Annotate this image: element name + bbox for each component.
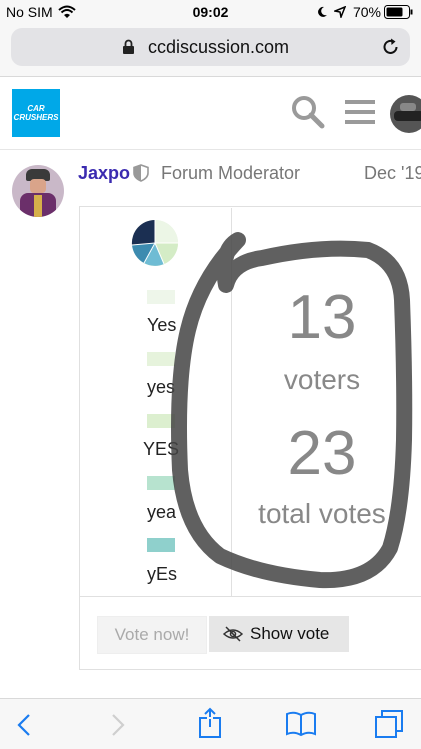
voters-label: voters — [283, 364, 361, 395]
browser-address-area: ccdiscussion.com — [0, 24, 421, 77]
forward-arrow-icon[interactable] — [110, 713, 126, 737]
poll-option-label: yEs — [147, 564, 178, 584]
poll-divider — [231, 208, 232, 596]
battery-percent: 70% — [352, 4, 381, 20]
poll-option-bar — [147, 352, 175, 366]
total-votes-label: total votes — [258, 498, 386, 529]
voters-count: 13 — [287, 283, 357, 352]
poll-footer-divider — [79, 596, 421, 597]
share-icon[interactable] — [198, 707, 222, 739]
moon-icon — [318, 6, 327, 17]
bookmarks-icon[interactable] — [285, 711, 317, 737]
poll-option-bar — [147, 290, 175, 304]
back-arrow-icon[interactable] — [16, 713, 32, 737]
vote-now-button[interactable]: Vote now! — [97, 616, 207, 654]
site-header: CAR CRUSHERS — [0, 77, 421, 150]
poll-option-bar — [147, 414, 175, 428]
logo-text-line1: CAR — [27, 104, 45, 113]
poll-option-label: YES — [143, 439, 180, 459]
eye-slash-icon — [223, 626, 243, 642]
status-carrier: No SIM — [6, 4, 53, 20]
author-username[interactable]: Jaxpo — [78, 163, 130, 184]
site-logo[interactable]: CAR CRUSHERS — [12, 89, 60, 137]
address-bar[interactable]: ccdiscussion.com — [11, 28, 410, 66]
wifi-icon — [58, 5, 76, 18]
user-avatar[interactable] — [390, 95, 421, 133]
url-text: ccdiscussion.com — [147, 37, 290, 57]
tabs-icon[interactable] — [374, 709, 404, 739]
reload-icon[interactable] — [381, 37, 401, 57]
safari-toolbar — [0, 698, 421, 749]
total-votes-count: 23 — [287, 419, 357, 488]
poll-option-label: Yes — [147, 315, 177, 335]
post-date[interactable]: Dec '19 — [364, 163, 421, 184]
show-vote-button[interactable]: Show vote — [209, 616, 349, 652]
search-icon[interactable] — [291, 95, 325, 129]
status-bar: 09:02 No SIM 70% — [0, 0, 421, 24]
poll-option-label: yes — [147, 377, 176, 397]
poll-option-bar — [147, 476, 175, 490]
hamburger-menu-icon[interactable] — [345, 99, 375, 125]
author-role: Forum Moderator — [161, 163, 301, 183]
poll-option-bar — [147, 538, 175, 552]
poll-option-label: yea — [147, 502, 177, 522]
location-arrow-icon — [334, 6, 346, 18]
battery-icon — [384, 5, 413, 19]
moderator-shield-icon — [133, 164, 149, 182]
show-vote-label: Show vote — [250, 624, 330, 643]
poll-pie-chart — [131, 219, 178, 266]
logo-text-line2: CRUSHERS — [13, 113, 59, 122]
author-avatar[interactable] — [12, 165, 64, 217]
